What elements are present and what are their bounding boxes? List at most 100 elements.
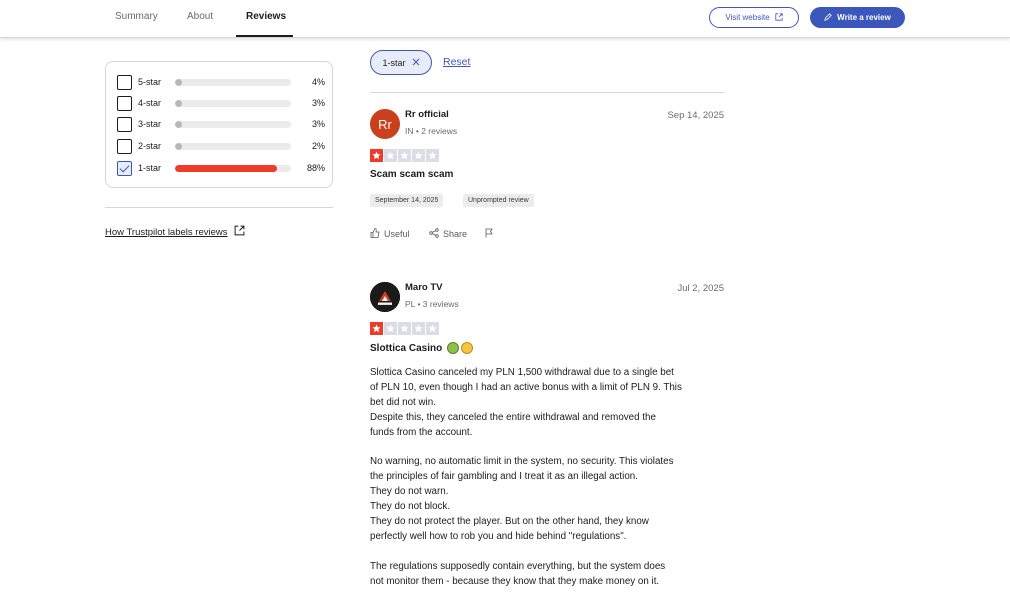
rating-bar: [175, 100, 291, 107]
visit-website-button[interactable]: Visit website: [709, 7, 799, 28]
external-link-icon: [775, 12, 783, 23]
avatar[interactable]: Rr: [370, 109, 400, 139]
star-icon: [426, 322, 439, 335]
rating-bar-fill: [175, 79, 182, 86]
rating-bar: [175, 143, 291, 150]
write-review-label: Write a review: [837, 13, 891, 22]
write-review-button[interactable]: Write a review: [810, 7, 905, 28]
tab-about[interactable]: About: [187, 11, 213, 22]
visit-website-label: Visit website: [725, 13, 770, 22]
review-body-line: They do not warn.: [370, 486, 449, 498]
star-icon: [370, 322, 383, 335]
star-icon: [398, 322, 411, 335]
review-title[interactable]: Slottica Casino: [370, 342, 474, 354]
pencil-icon: [824, 12, 832, 23]
review-body-line: not monitor them - because they know tha…: [370, 575, 660, 587]
top-nav: Summary About Reviews Visit website Writ…: [0, 0, 1010, 38]
close-icon[interactable]: [412, 58, 420, 68]
reviewer-meta: PL • 3 reviews: [405, 299, 459, 309]
review-body-line: Despite this, they canceled the entire w…: [370, 411, 656, 423]
rating-bar: [175, 165, 291, 172]
reviewer-name[interactable]: Rr official: [405, 109, 449, 120]
filter-percent: 4%: [311, 77, 325, 87]
rating-bar-fill: [175, 121, 182, 128]
tab-summary[interactable]: Summary: [115, 11, 158, 22]
star-icon: [426, 149, 439, 162]
sick-face-emoji-icon: [447, 342, 460, 354]
star-icon: [412, 322, 425, 335]
filter-label: 5-star: [138, 77, 162, 87]
review-date: Jul 2, 2025: [677, 283, 724, 294]
filter-percent: 88%: [306, 163, 325, 173]
star-rating: [370, 322, 439, 335]
thumbs-up-icon: [370, 228, 380, 240]
flag-icon: [484, 228, 494, 240]
rating-bar-fill: [175, 165, 278, 172]
how-trustpilot-labels-link[interactable]: How Trustpilot labels reviews: [105, 225, 245, 239]
review-date: Sep 14, 2025: [667, 110, 724, 121]
reset-filters-link[interactable]: Reset: [443, 56, 470, 68]
checkbox-1-star[interactable]: [117, 161, 132, 176]
review-body-line: bet did not win.: [370, 396, 436, 408]
report-button[interactable]: [484, 228, 494, 240]
star-icon: [398, 149, 411, 162]
useful-button[interactable]: Useful: [370, 228, 410, 240]
filter-percent: 3%: [311, 98, 325, 108]
filter-label: 4-star: [138, 98, 162, 108]
share-icon: [429, 228, 439, 240]
star-filter-panel: 5-star 4% 4-star 3% 3-star 3% 2-star 2% …: [105, 61, 333, 188]
divider: [370, 92, 724, 93]
rating-bar-fill: [175, 143, 182, 150]
share-button[interactable]: Share: [429, 228, 467, 240]
avatar[interactable]: [370, 282, 400, 312]
review-date-tag: September 14, 2025: [370, 194, 444, 207]
unprompted-tag: Unprompted review: [463, 194, 534, 207]
rating-bar: [175, 79, 291, 86]
checkbox-2-star[interactable]: [117, 139, 132, 154]
star-rating: [370, 149, 439, 162]
review-body-line: No warning, no automatic limit in the sy…: [370, 456, 674, 468]
filter-label: 2-star: [138, 141, 162, 151]
review-body-line: Slottica Casino canceled my PLN 1,500 wi…: [370, 367, 674, 378]
star-icon: [384, 322, 397, 335]
share-label: Share: [443, 229, 468, 239]
review-title-text: Scam scam scam: [370, 169, 454, 180]
review-body: Slottica Casino canceled my PLN 1,500 wi…: [370, 366, 730, 590]
review-body-line: perfectly well how to rob you and hide b…: [370, 530, 627, 542]
filter-row-1-star[interactable]: 1-star 88%: [117, 161, 325, 177]
how-link-label: How Trustpilot labels reviews: [105, 226, 228, 238]
chip-label: 1-star: [382, 57, 406, 68]
review-body-line: The regulations supposedly contain every…: [370, 560, 666, 572]
active-filter-chip[interactable]: 1-star: [370, 50, 432, 75]
review-body-line: the principles of fair gambling and I tr…: [370, 471, 638, 483]
review-title[interactable]: Scam scam scam: [370, 169, 453, 180]
filter-row-3-star[interactable]: 3-star 3%: [117, 117, 325, 133]
filter-percent: 2%: [311, 141, 325, 151]
rating-bar-fill: [175, 100, 182, 107]
review-body-line: They do not protect the player. But on t…: [370, 516, 649, 528]
star-icon: [412, 149, 425, 162]
filter-label: 3-star: [138, 119, 162, 129]
review-title-text: Slottica Casino: [370, 342, 443, 354]
filter-row-4-star[interactable]: 4-star 3%: [117, 96, 325, 112]
checkbox-3-star[interactable]: [117, 117, 132, 132]
star-icon: [384, 149, 397, 162]
reviewer-name[interactable]: Maro TV: [405, 282, 442, 293]
rating-bar: [175, 121, 291, 128]
checkbox-4-star[interactable]: [117, 96, 132, 111]
review-body-line: of PLN 10, even though I had an active b…: [370, 381, 682, 393]
filter-row-2-star[interactable]: 2-star 2%: [117, 139, 325, 155]
maro-tv-logo-icon: [370, 282, 400, 312]
tab-reviews[interactable]: Reviews: [246, 11, 286, 22]
active-tab-indicator: [236, 35, 293, 37]
filter-row-5-star[interactable]: 5-star 4%: [117, 75, 325, 91]
review-body-line: They do not block.: [370, 501, 451, 513]
filter-label: 1-star: [138, 163, 162, 173]
angry-face-emoji-icon: [461, 342, 474, 354]
checkbox-5-star[interactable]: [117, 75, 132, 90]
divider: [105, 207, 333, 208]
external-link-icon: [234, 225, 245, 239]
useful-label: Useful: [384, 229, 410, 239]
